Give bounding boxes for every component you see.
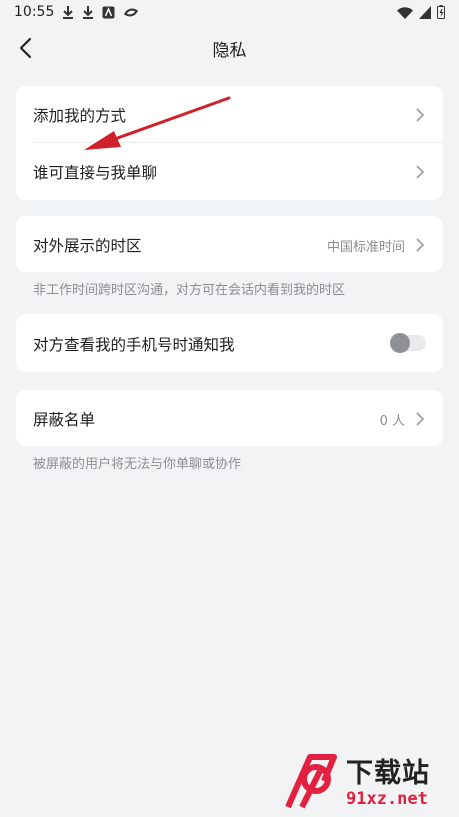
add-me-method-row[interactable]: 添加我的方式: [16, 86, 443, 142]
battery-icon: [437, 5, 445, 19]
recycle-icon: [124, 8, 138, 16]
navigation-bar: 隐私: [0, 26, 459, 70]
timezone-hint: 非工作时间跨时区沟通，对方可在会话内看到我的时区: [33, 283, 346, 298]
phone-notify-toggle[interactable]: [390, 333, 426, 353]
blocklist-label: 屏蔽名单: [33, 411, 96, 429]
wifi-icon: [397, 6, 413, 19]
chevron-right-icon: [416, 412, 425, 426]
watermark-title: 下载站: [346, 758, 430, 789]
signal-icon: [419, 5, 431, 19]
download-icon: [83, 6, 93, 19]
watermark-url: 91xz.net: [346, 789, 428, 809]
status-bar: 10:55: [0, 0, 459, 26]
chevron-right-icon: [416, 108, 425, 122]
app-icon: [102, 6, 115, 18]
chevron-right-icon: [416, 238, 425, 252]
status-right-icons: [397, 5, 445, 19]
download-icon: [63, 6, 73, 19]
watermark-logo-icon: [285, 754, 337, 809]
status-time: 10:55: [14, 4, 55, 20]
phone-notify-label: 对方查看我的手机号时通知我: [33, 336, 235, 354]
timezone-label: 对外展示的时区: [33, 237, 142, 255]
direct-chat-permission-row[interactable]: 谁可直接与我单聊: [16, 143, 443, 199]
phone-notify-row: 对方查看我的手机号时通知我: [16, 314, 443, 372]
add-me-method-label: 添加我的方式: [33, 107, 127, 125]
site-watermark: 下载站 91xz.net: [280, 751, 455, 813]
phone-notify-card: 对方查看我的手机号时通知我: [16, 314, 443, 372]
chevron-right-icon: [416, 165, 425, 179]
direct-chat-permission-label: 谁可直接与我单聊: [33, 164, 158, 182]
status-left-icons: [62, 5, 139, 19]
blocklist-row[interactable]: 屏蔽名单 0 人: [16, 390, 443, 446]
toggle-knob: [390, 333, 410, 353]
blocklist-card: 屏蔽名单 0 人: [16, 390, 443, 446]
timezone-card: 对外展示的时区 中国标准时间: [16, 216, 443, 272]
blocklist-hint: 被屏蔽的用户将无法与你单聊或协作: [33, 457, 242, 472]
timezone-row[interactable]: 对外展示的时区 中国标准时间: [16, 216, 443, 272]
page-title: 隐私: [212, 41, 247, 61]
timezone-value: 中国标准时间: [326, 240, 405, 255]
blocklist-count: 0 人: [379, 414, 405, 429]
contact-settings-card: 添加我的方式 谁可直接与我单聊: [16, 86, 443, 200]
